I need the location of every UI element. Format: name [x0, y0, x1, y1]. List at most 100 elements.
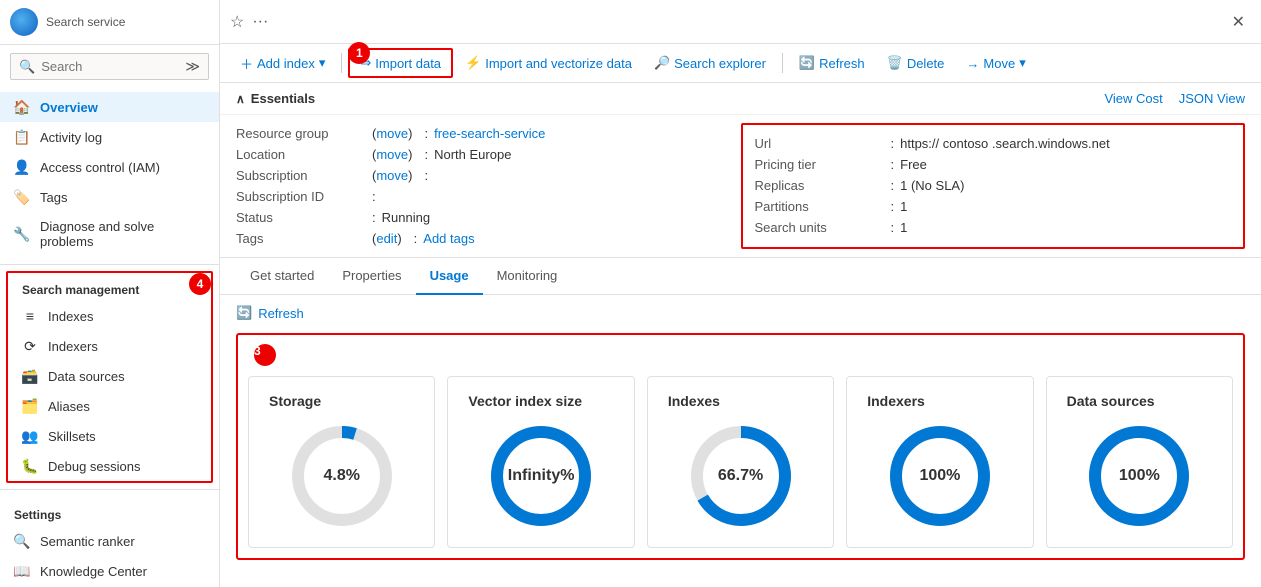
card-title-indexes: Indexes	[668, 393, 720, 409]
add-index-button[interactable]: ＋ Add index ▾	[230, 49, 335, 78]
location-label: Location	[236, 147, 366, 162]
donut-data-sources: 100%	[1084, 421, 1194, 531]
status-value: Running	[382, 210, 430, 225]
sidebar-item-knowledge-center[interactable]: 📖 Knowledge Center	[0, 556, 219, 586]
resource-group-move-link[interactable]: move	[376, 126, 408, 141]
donut-label-vector-index-size: Infinity%	[508, 467, 575, 485]
sidebar-item-skillsets[interactable]: 👥 Skillsets	[8, 421, 211, 451]
sidebar-item-overview-label: Overview	[40, 100, 98, 115]
semantic-ranker-icon: 🔍	[14, 533, 30, 549]
sidebar-search-input[interactable]	[41, 59, 179, 74]
tags-add-link[interactable]: Add tags	[423, 231, 474, 246]
settings-header: Settings	[0, 498, 219, 526]
usage-refresh-icon: 🔄	[236, 305, 252, 321]
search-explorer-button[interactable]: 🔎 Search explorer	[644, 50, 776, 76]
sidebar-item-access-control-label: Access control (IAM)	[40, 160, 160, 175]
settings-section: Settings 🔍 Semantic ranker 📖 Knowledge C…	[0, 494, 219, 587]
sidebar-item-access-control[interactable]: 👤 Access control (IAM)	[0, 152, 219, 182]
tab-get-started[interactable]: Get started	[236, 258, 328, 295]
add-index-label: Add index	[257, 56, 315, 71]
sidebar-item-semantic-ranker[interactable]: 🔍 Semantic ranker	[0, 526, 219, 556]
sidebar-item-debug-sessions[interactable]: 🐛 Debug sessions	[8, 451, 211, 481]
search-explorer-label: Search explorer	[674, 56, 766, 71]
location-move-link[interactable]: move	[376, 147, 408, 162]
tab-properties[interactable]: Properties	[328, 258, 415, 295]
sidebar-item-overview[interactable]: 🏠 Overview	[0, 92, 219, 122]
import-vectorize-icon: ⚡	[465, 55, 481, 71]
tags-icon: 🏷️	[14, 189, 30, 205]
sidebar-item-aliases[interactable]: 🗂️ Aliases	[8, 391, 211, 421]
replicas-value: 1 (No SLA)	[900, 178, 964, 193]
donut-storage: 4.8%	[287, 421, 397, 531]
aliases-icon: 🗂️	[22, 398, 38, 414]
sidebar-item-indexers[interactable]: ⟳ Indexers	[8, 331, 211, 361]
tags-label: Tags	[236, 231, 366, 246]
partitions-row: Partitions : 1	[755, 196, 1232, 217]
essentials-header: ∧ Essentials View Cost JSON View	[220, 83, 1261, 115]
collapse-button[interactable]: ≫	[185, 58, 200, 75]
azure-logo	[10, 8, 38, 36]
sidebar-item-data-sources[interactable]: 🗃️ Data sources	[8, 361, 211, 391]
usage-refresh-button[interactable]: 🔄 Refresh	[236, 305, 304, 321]
delete-label: Delete	[907, 56, 945, 71]
url-label: Url	[755, 136, 885, 151]
toolbar-sep-1	[341, 53, 342, 73]
toolbar-sep-2	[782, 53, 783, 73]
usage-panel: 🔄 Refresh 3 Storage 4.8% Vector index si…	[220, 295, 1261, 570]
toolbar: ＋ Add index ▾ ⇒ Import data 1 ⚡ Import a…	[220, 44, 1261, 83]
pricing-tier-row: Pricing tier : Free	[755, 154, 1232, 175]
indexers-icon: ⟳	[22, 338, 38, 354]
pricing-tier-value: Free	[900, 157, 927, 172]
location-row: Location (move) : North Europe	[236, 144, 721, 165]
top-icons: ☆ ···	[230, 12, 268, 32]
delete-icon: 🗑️	[887, 55, 903, 71]
import-vectorize-button[interactable]: ⚡ Import and vectorize data	[455, 50, 642, 76]
sidebar-item-knowledge-center-label: Knowledge Center	[40, 564, 147, 579]
close-button[interactable]: ✕	[1226, 10, 1251, 34]
favorite-icon[interactable]: ☆	[230, 12, 244, 32]
essentials-actions: View Cost JSON View	[1104, 91, 1245, 106]
delete-button[interactable]: 🗑️ Delete	[877, 50, 955, 76]
refresh-label: Refresh	[819, 56, 865, 71]
data-sources-icon: 🗃️	[22, 368, 38, 384]
sidebar-header: Search service	[0, 0, 219, 45]
sidebar-divider-2	[0, 489, 219, 490]
section-badge-3: 3	[254, 344, 276, 366]
url-value: https:// contoso .search.windows.net	[900, 136, 1110, 151]
refresh-button[interactable]: 🔄 Refresh	[789, 50, 875, 76]
search-icon: 🔍	[19, 59, 35, 75]
sidebar-item-activity-log[interactable]: 📋 Activity log	[0, 122, 219, 152]
subscription-move-link[interactable]: move	[376, 168, 408, 183]
usage-card-storage: Storage 4.8%	[248, 376, 435, 548]
tags-row: Tags (edit) : Add tags	[236, 228, 721, 249]
more-options-icon[interactable]: ···	[252, 13, 268, 31]
topbar: ☆ ··· ✕	[220, 0, 1261, 44]
knowledge-center-icon: 📖	[14, 563, 30, 579]
tab-usage[interactable]: Usage	[416, 258, 483, 295]
tags-edit-link[interactable]: edit	[376, 231, 397, 246]
import-data-button[interactable]: ⇒ Import data 1	[348, 48, 453, 78]
subscription-id-row: Subscription ID :	[236, 186, 721, 207]
move-button[interactable]: → Move ▾	[956, 50, 1035, 76]
sidebar-item-diagnose[interactable]: 🔧 Diagnose and solve problems	[0, 212, 219, 256]
sidebar-item-tags[interactable]: 🏷️ Tags	[0, 182, 219, 212]
card-title-storage: Storage	[269, 393, 321, 409]
card-title-indexers: Indexers	[867, 393, 925, 409]
usage-card-indexers: Indexers 100%	[846, 376, 1033, 548]
indexes-icon: ≡	[22, 308, 38, 324]
debug-sessions-icon: 🐛	[22, 458, 38, 474]
sidebar-item-indexes[interactable]: ≡ Indexes	[8, 301, 211, 331]
sidebar-item-debug-sessions-label: Debug sessions	[48, 459, 141, 474]
json-view-link[interactable]: JSON View	[1179, 91, 1245, 106]
status-row: Status : Running	[236, 207, 721, 228]
subscription-label: Subscription	[236, 168, 366, 183]
resource-group-value[interactable]: free-search-service	[434, 126, 545, 141]
tab-monitoring[interactable]: Monitoring	[483, 258, 572, 295]
refresh-icon: 🔄	[799, 55, 815, 71]
import-data-label: Import data	[375, 56, 441, 71]
sidebar-search-container[interactable]: 🔍 ≫	[10, 53, 209, 80]
donut-vector-index-size: Infinity%	[486, 421, 596, 531]
view-cost-link[interactable]: View Cost	[1104, 91, 1162, 106]
usage-refresh-label: Refresh	[258, 306, 304, 321]
move-label: Move	[983, 56, 1015, 71]
